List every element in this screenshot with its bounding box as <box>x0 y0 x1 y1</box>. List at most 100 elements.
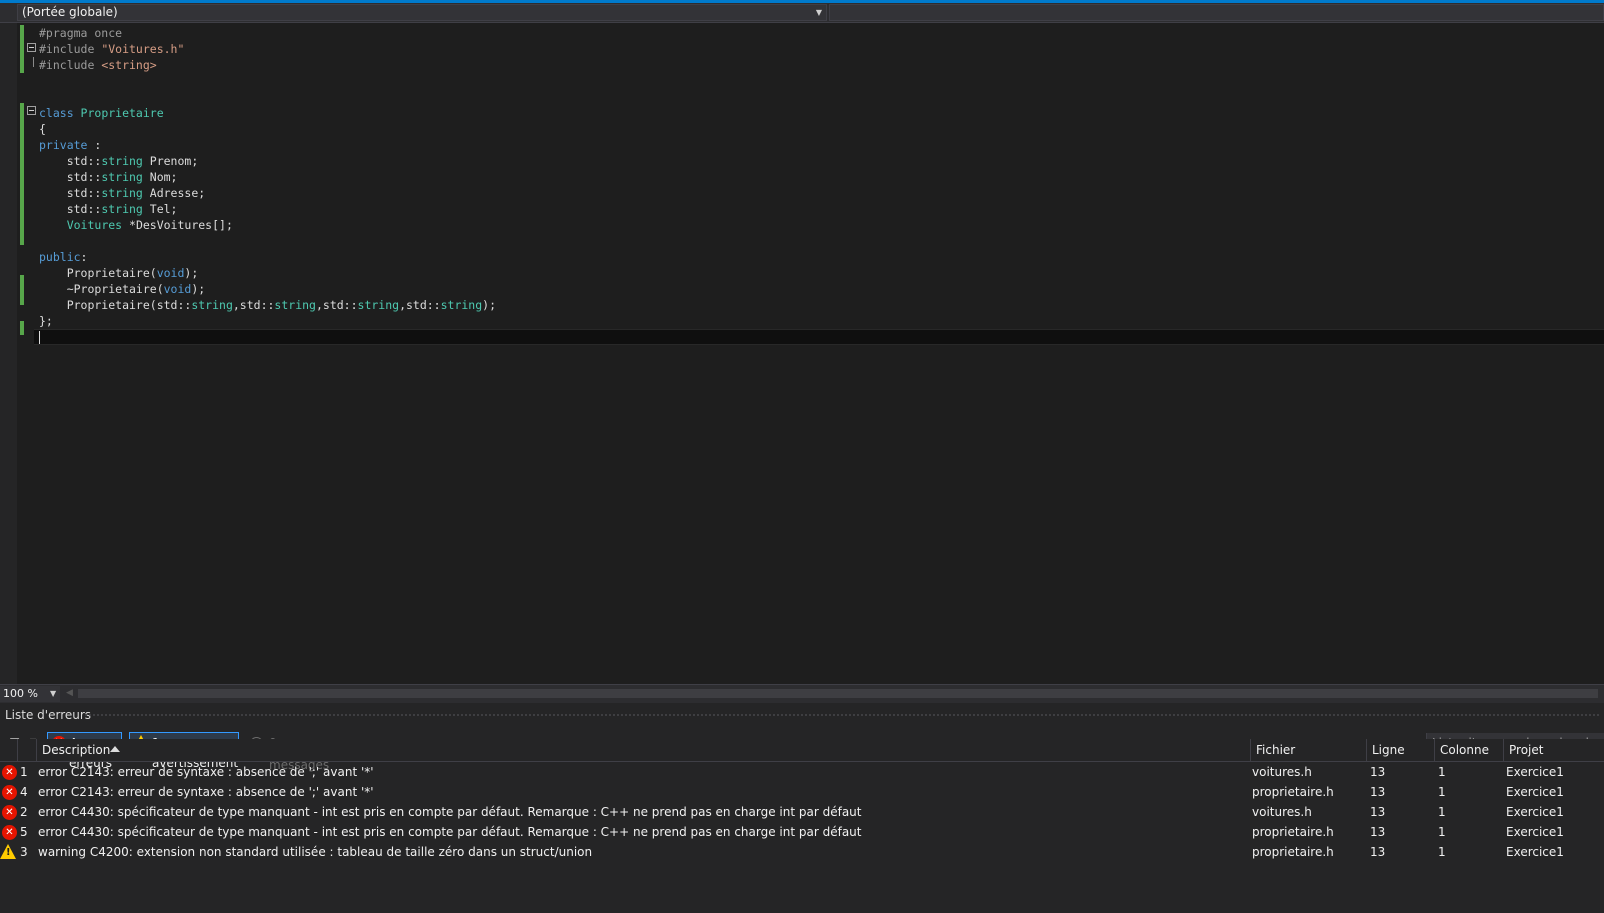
code-token: std:: <box>39 186 102 200</box>
row-project: Exercice1 <box>1506 825 1564 839</box>
column-header-number[interactable] <box>17 739 36 761</box>
code-line[interactable] <box>39 329 496 345</box>
outline-guide <box>33 57 34 67</box>
code-line[interactable]: }; <box>39 313 496 329</box>
row-line: 13 <box>1370 805 1386 819</box>
code-line[interactable]: Proprietaire(std::string,std::string,std… <box>39 297 496 313</box>
code-line[interactable]: std::string Tel; <box>39 201 496 217</box>
row-number: 2 <box>20 805 28 819</box>
scope-dropdown[interactable]: (Portée globale) ▼ <box>17 4 827 21</box>
code-token: Voitures <box>66 218 123 232</box>
code-token: string <box>357 298 400 312</box>
code-token: private <box>39 138 88 152</box>
row-file: voitures.h <box>1252 805 1312 819</box>
code-editor[interactable]: #pragma once #include "Voitures.h" #includ… <box>0 23 1604 684</box>
error-table: Description Fichier Ligne Colonne Projet… <box>0 739 1604 909</box>
code-token: Proprietaire( <box>39 266 157 280</box>
table-row[interactable]: ✕ 1 error C2143: erreur de syntaxe : absen… <box>0 762 1604 782</box>
code-token: string <box>101 154 143 168</box>
code-text[interactable]: #pragma once #include "Voitures.h" #includ… <box>39 25 496 345</box>
code-line[interactable]: Voitures *DesVoitures[]; <box>39 217 496 233</box>
code-token: #include <box>39 42 102 56</box>
scope-value: (Portée globale) <box>22 5 118 19</box>
code-token: public <box>39 250 81 264</box>
column-header-line[interactable]: Ligne <box>1366 739 1434 761</box>
code-token: Proprietaire(std:: <box>39 298 192 312</box>
code-token: Adresse; <box>142 186 206 200</box>
code-line[interactable]: ~Proprietaire(void); <box>39 281 496 297</box>
row-file: proprietaire.h <box>1252 825 1334 839</box>
code-line[interactable]: private : <box>39 137 496 153</box>
horizontal-scrollbar[interactable] <box>78 689 1598 698</box>
zoom-level: 100 % <box>3 687 38 700</box>
change-marker <box>20 321 24 335</box>
row-column: 1 <box>1438 765 1446 779</box>
change-marker <box>20 25 24 73</box>
row-file: proprietaire.h <box>1252 845 1334 859</box>
row-number: 1 <box>20 765 28 779</box>
column-header-label: Fichier <box>1256 743 1296 757</box>
code-token: string <box>101 186 143 200</box>
code-line[interactable]: class Proprietaire <box>39 105 496 121</box>
column-header-project[interactable]: Projet <box>1503 739 1604 761</box>
panel-grip[interactable] <box>84 713 1599 717</box>
code-line[interactable]: #include "Voitures.h" <box>39 41 496 57</box>
row-column: 1 <box>1438 785 1446 799</box>
editor-left-margin <box>0 23 17 684</box>
row-project: Exercice1 <box>1506 805 1564 819</box>
row-description: error C2143: erreur de syntaxe : absence… <box>38 785 374 799</box>
code-line[interactable]: #include <string> <box>39 57 496 73</box>
table-row[interactable]: ✕ 2 error C4430: spécificateur de type man… <box>0 802 1604 822</box>
row-description: error C4430: spécificateur de type manqu… <box>38 825 862 839</box>
error-icon: ✕ <box>2 765 17 780</box>
code-token: Proprietaire <box>80 106 164 120</box>
code-line[interactable]: { <box>39 121 496 137</box>
code-line[interactable]: Proprietaire(void); <box>39 265 496 281</box>
code-token: class <box>39 106 81 120</box>
code-token: <string> <box>101 58 157 72</box>
change-marker <box>20 119 24 245</box>
row-project: Exercice1 <box>1506 765 1564 779</box>
column-header-column[interactable]: Colonne <box>1434 739 1503 761</box>
code-line[interactable] <box>39 233 496 249</box>
code-token: { <box>39 122 46 136</box>
code-token: ,std:: <box>232 298 275 312</box>
row-line: 13 <box>1370 825 1386 839</box>
code-line[interactable]: std::string Prenom; <box>39 153 496 169</box>
column-header-file[interactable]: Fichier <box>1250 739 1366 761</box>
panel-title: Liste d'erreurs <box>5 708 92 722</box>
code-line[interactable]: std::string Adresse; <box>39 185 496 201</box>
code-token: #include <box>39 58 102 72</box>
table-row[interactable]: ✕ 4 error C2143: erreur de syntaxe : absen… <box>0 782 1604 802</box>
code-line[interactable] <box>39 73 496 89</box>
text-caret <box>39 331 40 344</box>
code-token: ); <box>184 266 199 280</box>
column-header-label: Ligne <box>1372 743 1405 757</box>
code-token: ~Proprietaire( <box>39 282 164 296</box>
code-line[interactable]: public: <box>39 249 496 265</box>
code-token: "Voitures.h" <box>101 42 185 56</box>
row-project: Exercice1 <box>1506 845 1564 859</box>
table-row[interactable]: ✕ 5 error C4430: spécificateur de type man… <box>0 822 1604 842</box>
code-token: void <box>163 282 192 296</box>
column-header-label: Description <box>42 743 111 757</box>
collapse-icon[interactable] <box>27 43 36 52</box>
zoom-dropdown[interactable]: 100 % ▼ <box>0 686 60 702</box>
table-row[interactable]: ! 3 warning C4200: extension non standard … <box>0 842 1604 862</box>
code-token: ,std:: <box>399 298 441 312</box>
collapse-icon[interactable] <box>27 106 36 115</box>
code-token: #pragma once <box>39 26 123 40</box>
code-line[interactable]: std::string Nom; <box>39 169 496 185</box>
code-line[interactable]: #pragma once <box>39 25 496 41</box>
column-header-description[interactable]: Description <box>36 739 1250 761</box>
scroll-left-icon[interactable]: ◀ <box>66 685 73 702</box>
visual-studio-window: (Portée globale) ▼ #pragma once #include … <box>0 0 1604 913</box>
error-icon: ✕ <box>2 825 17 840</box>
row-file: proprietaire.h <box>1252 785 1334 799</box>
code-token: string <box>191 298 233 312</box>
row-line: 13 <box>1370 845 1386 859</box>
member-dropdown[interactable] <box>829 4 1604 21</box>
code-line[interactable] <box>39 89 496 105</box>
row-number: 3 <box>20 845 28 859</box>
